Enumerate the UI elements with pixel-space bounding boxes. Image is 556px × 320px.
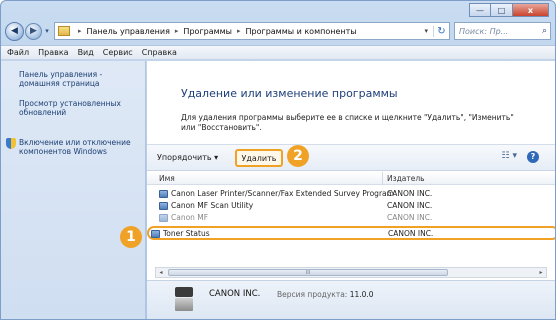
uninstall-label: Удалить [241,153,277,163]
uninstall-button[interactable]: Удалить [235,149,283,167]
recent-pages-dropdown[interactable]: ▾ [42,27,52,35]
program-name-text: Canon Laser Printer/Scanner/Fax Extended… [171,189,394,198]
refresh-icon[interactable]: ↻ [433,25,449,37]
program-name: Canon MF Scan Utility [159,201,253,210]
windows-features-link[interactable]: Включение или отключение компонентов Win… [19,138,139,156]
shield-icon [6,138,16,149]
search-placeholder: Поиск: Пр... [459,26,509,36]
program-icon [159,201,168,210]
minimize-button[interactable]: — [469,3,491,17]
change-view-icon[interactable]: ☷ ▾ [502,151,517,161]
view-installed-updates-link[interactable]: Просмотр установленных обновлений [19,99,139,117]
details-version: Версия продукта: 11.0.0 [277,290,374,299]
selected-table-row[interactable]: Toner Status CANON INC. [147,226,555,240]
column-name[interactable]: Имя [159,174,175,183]
menu-view[interactable]: Вид [78,48,94,57]
breadcrumb-programs[interactable]: Программы [183,27,232,36]
breadcrumb-programs-and-features[interactable]: Программы и компоненты [246,27,357,36]
program-icon [159,213,168,222]
scroll-right-arrow-icon[interactable]: ▸ [536,268,546,277]
program-publisher: CANON INC. [387,213,433,222]
forward-button[interactable]: ▶ [25,22,42,40]
program-name-text: Canon MF Scan Utility [171,201,254,210]
breadcrumb-control-panel[interactable]: Панель управления [87,27,170,36]
program-name-text: Toner Status [163,229,210,238]
search-input[interactable]: Поиск: Пр... ⌕ [454,22,551,40]
step-1-badge: 1 [120,226,142,248]
maximize-button[interactable]: □ [491,3,513,17]
menu-edit[interactable]: Правка [38,48,68,57]
program-publisher: CANON INC. [388,229,434,238]
scrollbar-thumb[interactable]: III [168,269,448,276]
address-bar[interactable]: ▸ Панель управления ▸ Программы ▸ Програ… [54,22,450,40]
window-controls: — □ x [469,3,549,17]
task-pane: Панель управления - домашняя страница Пр… [1,61,146,319]
table-row[interactable]: Canon MF CANON INC. [147,212,555,223]
organize-button[interactable]: Упорядочить ▾ [157,153,218,162]
program-name: Canon Laser Printer/Scanner/Fax Extended… [159,189,394,198]
address-dropdown-icon[interactable]: ▾ [424,27,433,35]
control-panel-icon [58,26,70,36]
command-bar: Упорядочить ▾ Удалить ☷ ▾ ? [147,144,555,171]
search-icon[interactable]: ⌕ [542,26,547,36]
menu-file[interactable]: Файл [7,48,29,57]
breadcrumb-separator: ▸ [78,27,82,35]
details-pane: CANON INC. Версия продукта: 11.0.0 [147,280,555,319]
version-label: Версия продукта: [277,290,348,299]
menu-tools[interactable]: Сервис [103,48,133,57]
table-row[interactable]: Canon Laser Printer/Scanner/Fax Extended… [147,188,555,199]
page-description: Для удаления программы выберите ее в спи… [181,113,514,132]
printer-icon [175,287,193,311]
column-headers: Имя Издатель [147,172,555,185]
address-row: ◀ ▶ ▾ ▸ Панель управления ▸ Программы ▸ … [5,20,551,42]
program-publisher: CANON INC. [387,189,433,198]
back-button[interactable]: ◀ [5,21,24,41]
program-name-text: Canon MF [171,213,209,222]
main-pane: Удаление или изменение программы Для уда… [147,61,555,319]
menu-help[interactable]: Справка [142,48,177,57]
close-button[interactable]: x [513,3,549,17]
program-name: Toner Status [151,229,210,238]
details-publisher: CANON INC. [209,289,261,299]
column-divider[interactable] [382,172,383,185]
program-publisher: CANON INC. [387,201,433,210]
column-publisher[interactable]: Издатель [387,174,425,183]
horizontal-scrollbar[interactable]: ◂ III ▸ [155,267,547,278]
program-icon [151,229,160,238]
breadcrumb-separator: ▸ [174,27,179,35]
menu-bar: Файл Правка Вид Сервис Справка [1,45,555,60]
table-row[interactable]: Canon MF Scan Utility CANON INC. [147,200,555,211]
help-icon[interactable]: ? [527,151,539,163]
program-name: Canon MF [159,213,208,222]
page-title: Удаление или изменение программы [181,87,398,100]
control-panel-window: — □ x ◀ ▶ ▾ ▸ Панель управления ▸ Програ… [0,0,556,320]
program-icon [159,189,168,198]
scroll-left-arrow-icon[interactable]: ◂ [156,268,166,277]
breadcrumb-separator: ▸ [236,27,241,35]
version-value: 11.0.0 [349,290,374,299]
control-panel-home-link[interactable]: Панель управления - домашняя страница [19,70,139,88]
step-2-badge: 2 [287,145,309,167]
